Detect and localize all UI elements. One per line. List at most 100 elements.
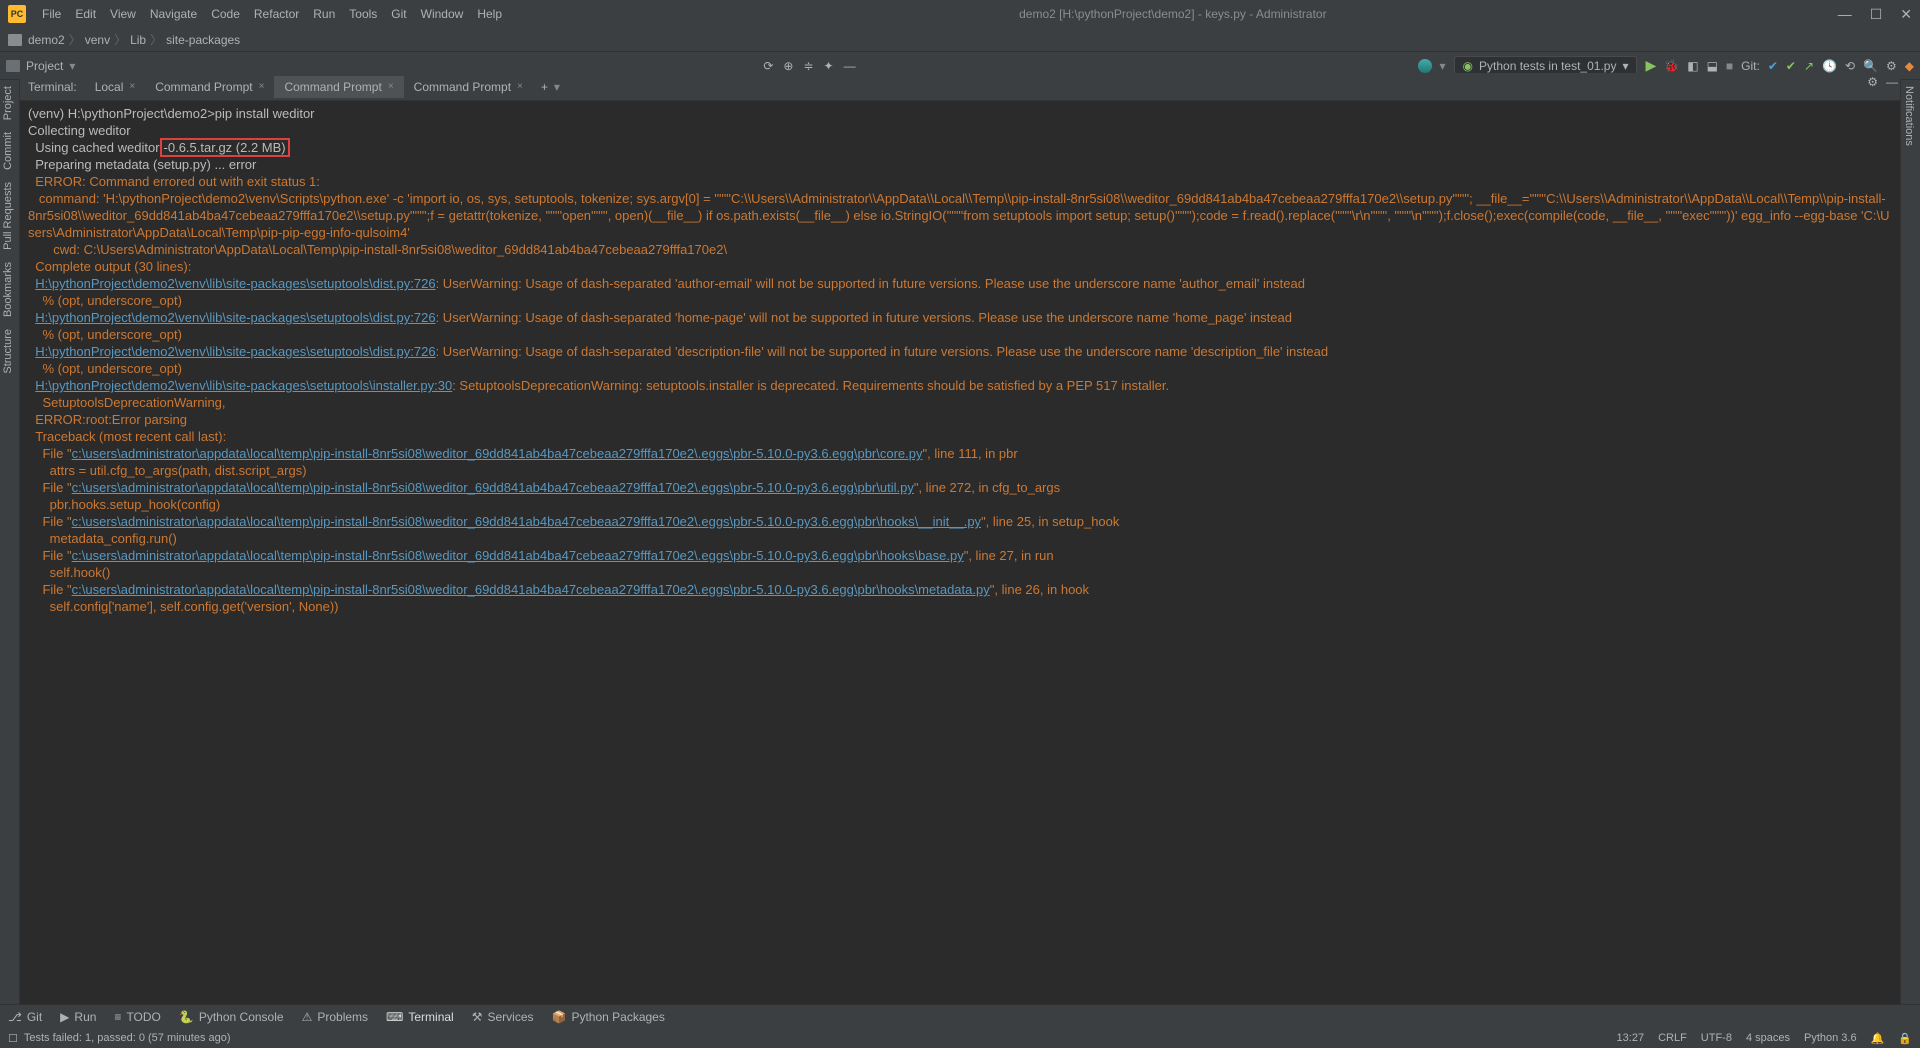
menu-refactor[interactable]: Refactor <box>248 7 305 21</box>
titlebar: PC FileEditViewNavigateCodeRefactorRunTo… <box>0 0 1920 28</box>
left-tab-structure[interactable]: Structure <box>0 323 16 380</box>
git-icon: ⎇ <box>8 1010 22 1024</box>
minus-icon[interactable]: — <box>844 59 856 73</box>
prob-icon: ⚠ <box>302 1010 313 1024</box>
user-avatar-icon[interactable] <box>1418 59 1432 73</box>
status-interpreter[interactable]: Python 3.6 <box>1804 1032 1857 1044</box>
menu-view[interactable]: View <box>104 7 142 21</box>
bottom-tab-todo[interactable]: ≡TODO <box>114 1010 160 1024</box>
terminal-dropdown-icon[interactable]: ▾ <box>554 80 560 94</box>
git-rollback-icon[interactable]: ⟲ <box>1845 59 1855 73</box>
file-link[interactable]: H:\pythonProject\demo2\venv\lib\site-pac… <box>35 344 435 359</box>
right-tab-notifications[interactable]: Notifications <box>1901 80 1917 152</box>
status-indent[interactable]: 4 spaces <box>1746 1032 1790 1044</box>
bottom-tab-python-packages[interactable]: 📦Python Packages <box>552 1010 665 1024</box>
run-icon[interactable]: ▶ <box>1645 57 1656 74</box>
menu-navigate[interactable]: Navigate <box>144 7 203 21</box>
dropdown-icon[interactable]: ▾ <box>69 59 75 73</box>
more-icon[interactable]: ◆ <box>1905 59 1914 73</box>
file-link[interactable]: c:\users\administrator\appdata\local\tem… <box>72 548 964 563</box>
window-controls: — ☐ ✕ <box>1838 6 1912 23</box>
menu-code[interactable]: Code <box>205 7 246 21</box>
todo-icon: ≡ <box>114 1010 121 1024</box>
profile-icon[interactable]: ⬓ <box>1707 59 1718 73</box>
settings-icon[interactable]: ⚙ <box>1886 59 1897 73</box>
menu-window[interactable]: Window <box>415 7 470 21</box>
status-bell-icon[interactable]: 🔔 <box>1871 1032 1885 1045</box>
window-title: demo2 [H:\pythonProject\demo2] - keys.py… <box>508 7 1838 21</box>
close-terminal-tab-icon[interactable]: × <box>259 81 265 92</box>
minimize-icon[interactable]: — <box>1838 6 1852 23</box>
run-config-label: Python tests in test_01.py <box>1479 59 1616 73</box>
bottom-tab-git[interactable]: ⎇Git <box>8 1010 42 1024</box>
git-history-icon[interactable]: 🕓 <box>1822 59 1837 73</box>
close-terminal-tab-icon[interactable]: × <box>517 81 523 92</box>
status-icon: ☐ <box>8 1032 18 1045</box>
breadcrumb-item[interactable]: Lib <box>128 33 148 47</box>
bottom-tab-terminal[interactable]: ⌨Terminal <box>386 1010 454 1024</box>
target-icon[interactable]: ⊕ <box>783 59 793 73</box>
term-icon: ⌨ <box>386 1010 403 1024</box>
terminal-tab[interactable]: Command Prompt× <box>274 76 403 98</box>
git-label: Git: <box>1741 59 1760 73</box>
file-link[interactable]: H:\pythonProject\demo2\venv\lib\site-pac… <box>35 378 452 393</box>
folder-icon <box>8 34 22 46</box>
left-tab-project[interactable]: Project <box>0 80 16 126</box>
dropdown-icon[interactable]: ▾ <box>1440 59 1446 73</box>
menu-git[interactable]: Git <box>385 7 412 21</box>
git-commit-icon[interactable]: ✔ <box>1786 59 1796 73</box>
menu-help[interactable]: Help <box>471 7 508 21</box>
status-encoding[interactable]: UTF-8 <box>1701 1032 1732 1044</box>
status-crlf[interactable]: CRLF <box>1658 1032 1687 1044</box>
menu-edit[interactable]: Edit <box>69 7 102 21</box>
terminal-header: Terminal: Local×Command Prompt×Command P… <box>20 73 1900 101</box>
terminal-tab[interactable]: Command Prompt× <box>145 76 274 98</box>
menu-run[interactable]: Run <box>307 7 341 21</box>
file-link[interactable]: c:\users\administrator\appdata\local\tem… <box>72 446 923 461</box>
app-logo-icon: PC <box>8 5 26 23</box>
menu-tools[interactable]: Tools <box>343 7 383 21</box>
maximize-icon[interactable]: ☐ <box>1870 6 1883 23</box>
search-icon[interactable]: 🔍 <box>1863 59 1878 73</box>
terminal-settings-icon[interactable]: ⚙ <box>1867 75 1878 89</box>
add-terminal-icon[interactable]: + <box>541 80 548 94</box>
left-tab-bookmarks[interactable]: Bookmarks <box>0 256 16 323</box>
left-tab-pull-requests[interactable]: Pull Requests <box>0 176 16 256</box>
breadcrumb-item[interactable]: site-packages <box>164 33 242 47</box>
file-link[interactable]: H:\pythonProject\demo2\venv\lib\site-pac… <box>35 310 435 325</box>
file-link[interactable]: H:\pythonProject\demo2\venv\lib\site-pac… <box>35 276 435 291</box>
terminal-tab[interactable]: Local× <box>85 76 146 98</box>
terminal-tab[interactable]: Command Prompt× <box>404 76 533 98</box>
bottom-tab-services[interactable]: ⚒Services <box>472 1010 534 1024</box>
bottom-tab-problems[interactable]: ⚠Problems <box>302 1010 368 1024</box>
test-status: Tests failed: 1, passed: 0 (57 minutes a… <box>24 1032 231 1044</box>
terminal-minimize-icon[interactable]: — <box>1886 75 1898 89</box>
breadcrumb-sep: 〉 <box>112 31 128 48</box>
bottom-tool-tabs: ⎇Git ▶Run ≡TODO 🐍Python Console ⚠Problems ⌨Te… <box>0 1004 1920 1028</box>
breadcrumb-item[interactable]: demo2 <box>26 33 67 47</box>
file-link[interactable]: c:\users\administrator\appdata\local\tem… <box>72 480 914 495</box>
breadcrumb-item[interactable]: venv <box>83 33 112 47</box>
left-tab-commit[interactable]: Commit <box>0 126 16 176</box>
sync-icon[interactable]: ⟳ <box>763 59 773 73</box>
close-terminal-tab-icon[interactable]: × <box>129 81 135 92</box>
stop-icon[interactable]: ■ <box>1726 59 1733 73</box>
debug-icon[interactable]: 🐞 <box>1664 59 1679 73</box>
collapse-icon[interactable]: ≑ <box>803 59 813 73</box>
git-push-icon[interactable]: ↗ <box>1804 59 1814 73</box>
menu-file[interactable]: File <box>36 7 67 21</box>
dropdown-icon: ▾ <box>1622 59 1628 73</box>
terminal-output[interactable]: (venv) H:\pythonProject\demo2>pip instal… <box>20 101 1900 1004</box>
bottom-tab-run[interactable]: ▶Run <box>60 1010 96 1024</box>
close-icon[interactable]: ✕ <box>1900 6 1912 23</box>
file-link[interactable]: c:\users\administrator\appdata\local\tem… <box>72 582 990 597</box>
file-link[interactable]: c:\users\administrator\appdata\local\tem… <box>72 514 981 529</box>
git-update-icon[interactable]: ✔ <box>1768 59 1778 73</box>
status-lock-icon[interactable]: 🔒 <box>1898 1032 1912 1045</box>
coverage-icon[interactable]: ◧ <box>1687 59 1698 73</box>
breadcrumb-sep: 〉 <box>148 31 164 48</box>
project-label[interactable]: Project <box>26 59 63 73</box>
close-terminal-tab-icon[interactable]: × <box>388 81 394 92</box>
bottom-tab-python-console[interactable]: 🐍Python Console <box>179 1010 284 1024</box>
expand-icon[interactable]: ✦ <box>824 59 834 73</box>
